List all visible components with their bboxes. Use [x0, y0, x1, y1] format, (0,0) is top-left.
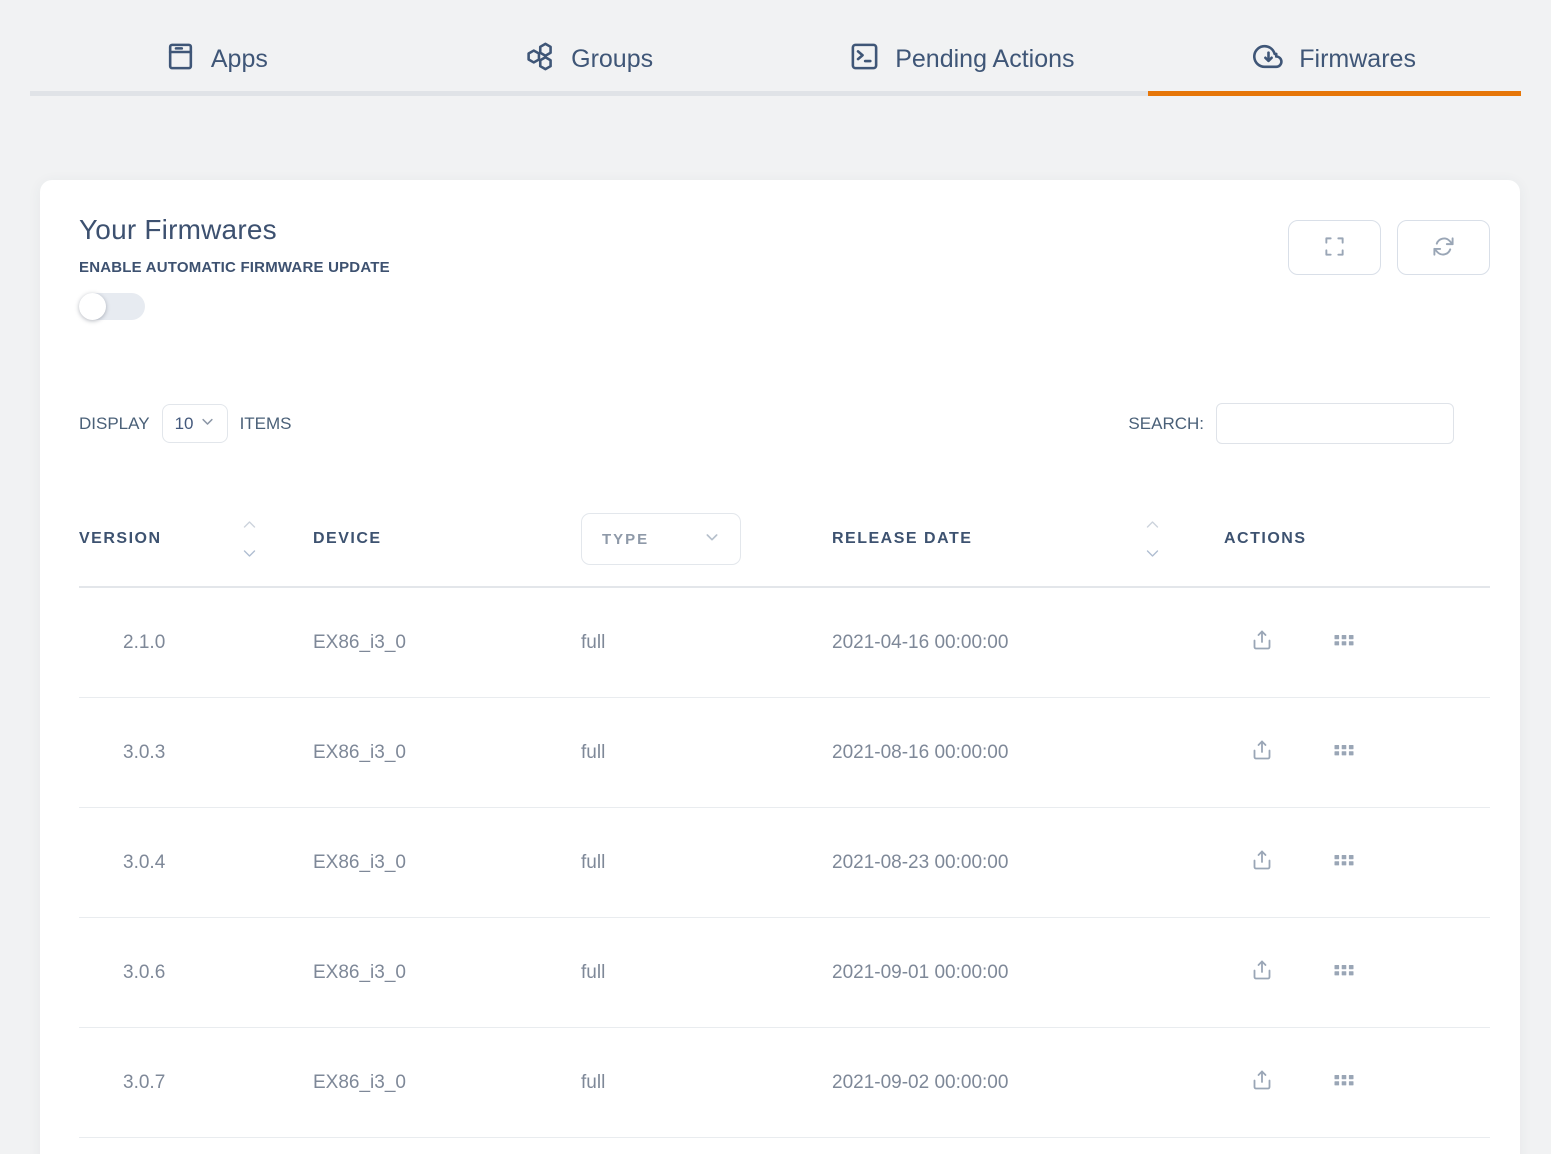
upload-firmware-button[interactable] [1250, 1068, 1274, 1098]
more-actions-button[interactable] [1332, 1068, 1356, 1098]
display-label: DISPLAY [79, 414, 150, 434]
search-input[interactable] [1216, 403, 1454, 444]
upload-icon [1250, 738, 1274, 768]
cell-type: full [581, 1072, 832, 1094]
sort-descending-icon [1145, 545, 1160, 563]
tab-groups[interactable]: Groups [403, 0, 776, 96]
firmwares-panel: Your Firmwares ENABLE AUTOMATIC FIRMWARE… [40, 180, 1520, 1154]
cell-version: 3.0.4 [79, 852, 313, 874]
table-row: 3.0.6 EX86_i3_0 full 2021-09-01 00:00:00 [79, 918, 1490, 1028]
archive-box-icon [165, 41, 196, 79]
upload-firmware-button[interactable] [1250, 738, 1274, 768]
cell-actions [1162, 738, 1490, 768]
chevron-down-icon [704, 529, 720, 550]
table-row: 2.1.0 EX86_i3_0 full 2021-04-16 00:00:00 [79, 588, 1490, 698]
cell-type: full [581, 742, 832, 764]
tab-bar: Apps Groups Pending Actions Firmwares [30, 0, 1521, 96]
cell-actions [1162, 848, 1490, 878]
column-header-device: DEVICE [313, 530, 581, 548]
cell-actions [1162, 958, 1490, 988]
more-actions-button[interactable] [1332, 738, 1356, 768]
tab-pending-actions[interactable]: Pending Actions [776, 0, 1149, 96]
grid-dots-icon [1332, 958, 1356, 988]
cell-release-date: 2021-08-23 00:00:00 [832, 852, 1162, 874]
toggle-knob [79, 293, 106, 320]
refresh-icon [1432, 235, 1455, 261]
column-header-actions: ACTIONS [1162, 530, 1490, 548]
column-header-release-date: RELEASE DATE [832, 516, 1162, 563]
cell-release-date: 2021-08-16 00:00:00 [832, 742, 1162, 764]
page-title: Your Firmwares [79, 214, 390, 246]
upload-icon [1250, 1068, 1274, 1098]
cell-release-date: 2021-09-01 00:00:00 [832, 962, 1162, 984]
terminal-icon [849, 41, 880, 79]
cell-actions [1162, 1068, 1490, 1098]
sort-ascending-icon [242, 516, 257, 534]
tab-label: Firmwares [1299, 45, 1416, 74]
table-body: 2.1.0 EX86_i3_0 full 2021-04-16 00:00:00 [79, 588, 1490, 1138]
upload-firmware-button[interactable] [1250, 848, 1274, 878]
automatic-update-toggle[interactable] [79, 293, 145, 320]
cell-version: 2.1.0 [79, 632, 313, 654]
cell-version: 3.0.3 [79, 742, 313, 764]
tab-label: Apps [211, 45, 268, 74]
cell-type: full [581, 962, 832, 984]
sort-version-control[interactable] [242, 516, 257, 563]
grid-dots-icon [1332, 848, 1356, 878]
table-row: 3.0.4 EX86_i3_0 full 2021-08-23 00:00:00 [79, 808, 1490, 918]
grid-dots-icon [1332, 628, 1356, 658]
tab-firmwares[interactable]: Firmwares [1148, 0, 1521, 96]
upload-firmware-button[interactable] [1250, 958, 1274, 988]
cell-device: EX86_i3_0 [313, 1072, 581, 1094]
items-per-page-select[interactable]: 10 [162, 404, 228, 443]
fullscreen-button[interactable] [1288, 220, 1381, 275]
upload-icon [1250, 848, 1274, 878]
cell-version: 3.0.7 [79, 1072, 313, 1094]
more-actions-button[interactable] [1332, 628, 1356, 658]
cell-device: EX86_i3_0 [313, 742, 581, 764]
cell-device: EX86_i3_0 [313, 962, 581, 984]
more-actions-button[interactable] [1332, 848, 1356, 878]
tab-label: Groups [571, 45, 653, 74]
upload-icon [1250, 628, 1274, 658]
hexagon-cluster-icon [525, 41, 556, 79]
cell-release-date: 2021-09-02 00:00:00 [832, 1072, 1162, 1094]
sort-ascending-icon [1145, 516, 1160, 534]
items-per-page-value: 10 [175, 414, 194, 434]
sort-descending-icon [242, 545, 257, 563]
cell-release-date: 2021-04-16 00:00:00 [832, 632, 1162, 654]
grid-dots-icon [1332, 1068, 1356, 1098]
sort-release-date-control[interactable] [1145, 516, 1160, 563]
column-header-type: TYPE [581, 513, 832, 565]
table-row: 3.0.3 EX86_i3_0 full 2021-08-16 00:00:00 [79, 698, 1490, 808]
chevron-down-icon [200, 414, 215, 434]
cell-actions [1162, 628, 1490, 658]
refresh-button[interactable] [1397, 220, 1490, 275]
table-header: VERSION DEVICE TYPE RELEASE DATE ACTIONS [79, 492, 1490, 588]
cell-version: 3.0.6 [79, 962, 313, 984]
cell-device: EX86_i3_0 [313, 632, 581, 654]
column-header-version: VERSION [79, 516, 313, 563]
search-label: SEARCH: [1128, 414, 1204, 434]
cloud-download-icon [1253, 41, 1284, 79]
tab-label: Pending Actions [895, 45, 1074, 74]
auto-update-label: ENABLE AUTOMATIC FIRMWARE UPDATE [79, 259, 390, 276]
type-filter-dropdown[interactable]: TYPE [581, 513, 741, 565]
grid-dots-icon [1332, 738, 1356, 768]
cell-device: EX86_i3_0 [313, 852, 581, 874]
items-label: ITEMS [240, 414, 292, 434]
upload-firmware-button[interactable] [1250, 628, 1274, 658]
upload-icon [1250, 958, 1274, 988]
cell-type: full [581, 632, 832, 654]
cell-type: full [581, 852, 832, 874]
table-row: 3.0.7 EX86_i3_0 full 2021-09-02 00:00:00 [79, 1028, 1490, 1138]
tab-apps[interactable]: Apps [30, 0, 403, 96]
fullscreen-icon [1323, 235, 1346, 261]
more-actions-button[interactable] [1332, 958, 1356, 988]
